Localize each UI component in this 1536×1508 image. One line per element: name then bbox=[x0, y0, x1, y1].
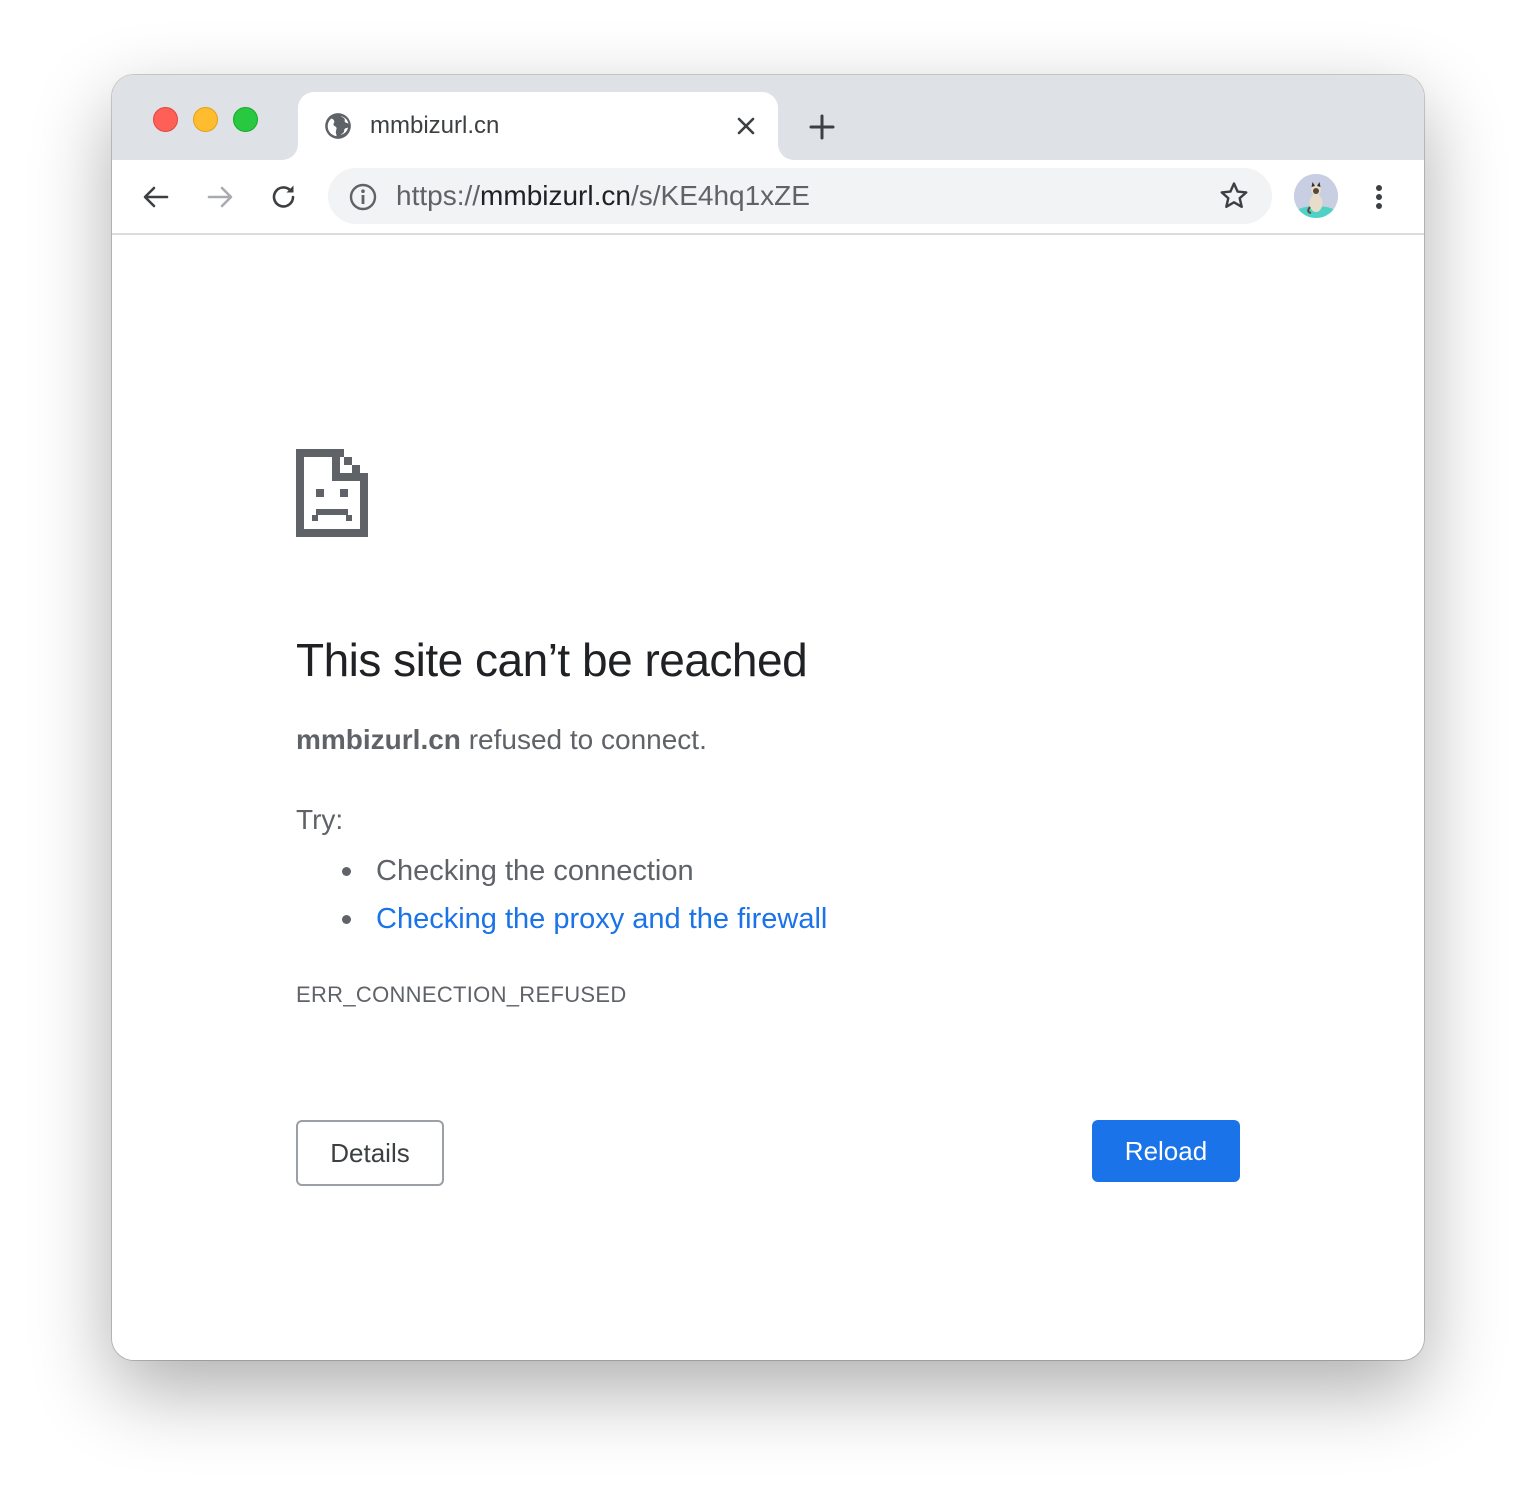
kebab-menu-icon[interactable] bbox=[1364, 180, 1394, 214]
tab-close-icon[interactable] bbox=[734, 114, 758, 138]
error-summary: mmbizurl.cn refused to connect. bbox=[296, 723, 707, 757]
window-close-button[interactable] bbox=[153, 107, 178, 132]
error-host: mmbizurl.cn bbox=[296, 724, 461, 755]
address-bar[interactable]: https://mmbizurl.cn/s/KE4hq1xZE bbox=[328, 168, 1272, 224]
suggestions-list: Checking the connection Checking the pro… bbox=[296, 847, 827, 943]
window-maximize-button[interactable] bbox=[233, 107, 258, 132]
proxy-firewall-link[interactable]: Checking the proxy and the firewall bbox=[376, 903, 827, 935]
window-minimize-button[interactable] bbox=[193, 107, 218, 132]
suggestion-item: Checking the connection bbox=[296, 847, 827, 895]
url-path: /s/KE4hq1xZE bbox=[630, 180, 810, 211]
tab-title: mmbizurl.cn bbox=[370, 112, 500, 139]
details-button[interactable]: Details bbox=[296, 1120, 444, 1186]
error-code: ERR_CONNECTION_REFUSED bbox=[296, 982, 627, 1007]
sad-page-icon bbox=[296, 449, 368, 537]
globe-icon bbox=[325, 113, 351, 139]
arrow-right-icon[interactable] bbox=[203, 180, 237, 214]
profile-avatar[interactable] bbox=[1294, 174, 1338, 218]
url-host: mmbizurl.cn bbox=[480, 180, 631, 211]
avatar-cat-image bbox=[1294, 174, 1338, 218]
error-headline: This site can’t be reached bbox=[296, 634, 808, 686]
page-content: This site can’t be reached mmbizurl.cn r… bbox=[112, 235, 1424, 1360]
bullet-icon bbox=[342, 915, 351, 924]
bullet-icon bbox=[342, 867, 351, 876]
star-icon[interactable] bbox=[1218, 180, 1250, 212]
title-bar: mmbizurl.cn bbox=[112, 75, 1424, 160]
browser-tab[interactable]: mmbizurl.cn bbox=[298, 92, 778, 160]
try-label: Try: bbox=[296, 804, 344, 835]
url-scheme: https:// bbox=[396, 180, 481, 211]
browser-toolbar: https://mmbizurl.cn/s/KE4hq1xZE bbox=[112, 160, 1424, 235]
url-text[interactable]: https://mmbizurl.cn/s/KE4hq1xZE bbox=[396, 180, 810, 212]
new-tab-icon[interactable] bbox=[806, 111, 838, 143]
reload-icon[interactable] bbox=[267, 180, 301, 214]
suggestion-item: Checking the proxy and the firewall bbox=[296, 895, 827, 943]
reload-button[interactable]: Reload bbox=[1092, 1120, 1240, 1182]
arrow-left-icon[interactable] bbox=[139, 180, 173, 214]
browser-window: mmbizurl.cn https://mmbizurl.cn/s/KE4hq1… bbox=[112, 75, 1424, 1360]
info-icon[interactable] bbox=[348, 182, 378, 212]
error-summary-suffix: refused to connect. bbox=[460, 724, 707, 755]
suggestion-text: Checking the connection bbox=[376, 855, 694, 887]
